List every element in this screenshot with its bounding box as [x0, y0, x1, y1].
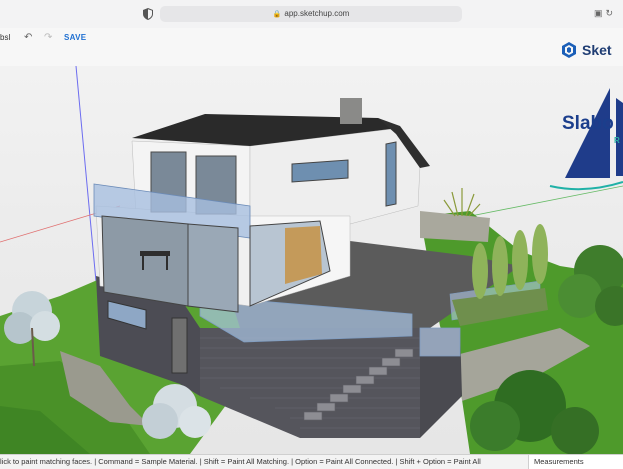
reload-icon[interactable]: ↻ — [605, 8, 613, 18]
window-ribbon — [291, 159, 349, 183]
app-toolbar: bsl ↶ ↷ SAVE Sket — [0, 28, 623, 67]
side-glass-railing — [419, 327, 461, 357]
sketchup-logo: Sket — [560, 40, 612, 60]
window-narrow — [385, 141, 397, 207]
basement-wall — [200, 328, 420, 438]
status-message: lick to paint matching faces. | Command … — [0, 457, 481, 466]
undo-icon[interactable]: ↶ — [24, 32, 32, 43]
sketchup-cube-icon — [562, 42, 576, 58]
watermark-subtitle: R — [614, 136, 620, 145]
glazing-corner — [187, 223, 239, 313]
front-door — [171, 317, 188, 374]
redo-icon[interactable]: ↷ — [44, 32, 52, 43]
interior-wood-floor — [285, 226, 322, 284]
url-field[interactable]: 🔒 app.sketchup.com — [160, 6, 462, 22]
lock-icon: 🔒 — [272, 11, 282, 18]
reader-icon[interactable]: ▣ — [594, 8, 603, 18]
sailboat-logo — [549, 88, 623, 191]
chimney — [340, 98, 362, 124]
glazing-left — [101, 215, 189, 307]
model-viewport[interactable]: Slabo R — [0, 66, 623, 454]
ornamental-grass — [443, 188, 481, 217]
sketchup-logo-text: Sket — [582, 42, 612, 58]
browser-address-bar: 🔒 app.sketchup.com ▣ ↻ — [0, 0, 623, 29]
scene-canvas — [0, 66, 623, 454]
measurements-box[interactable]: Measurements — [528, 455, 623, 469]
save-button[interactable]: SAVE — [64, 33, 86, 42]
browser-actions: ▣ ↻ — [591, 8, 613, 19]
file-name[interactable]: bsl — [0, 33, 10, 42]
url-text: app.sketchup.com — [284, 9, 350, 18]
status-bar: lick to paint matching faces. | Command … — [0, 454, 623, 469]
tree-right-green — [558, 245, 623, 326]
watermark-name: Slabo — [562, 113, 614, 134]
shield-icon[interactable] — [143, 8, 153, 20]
